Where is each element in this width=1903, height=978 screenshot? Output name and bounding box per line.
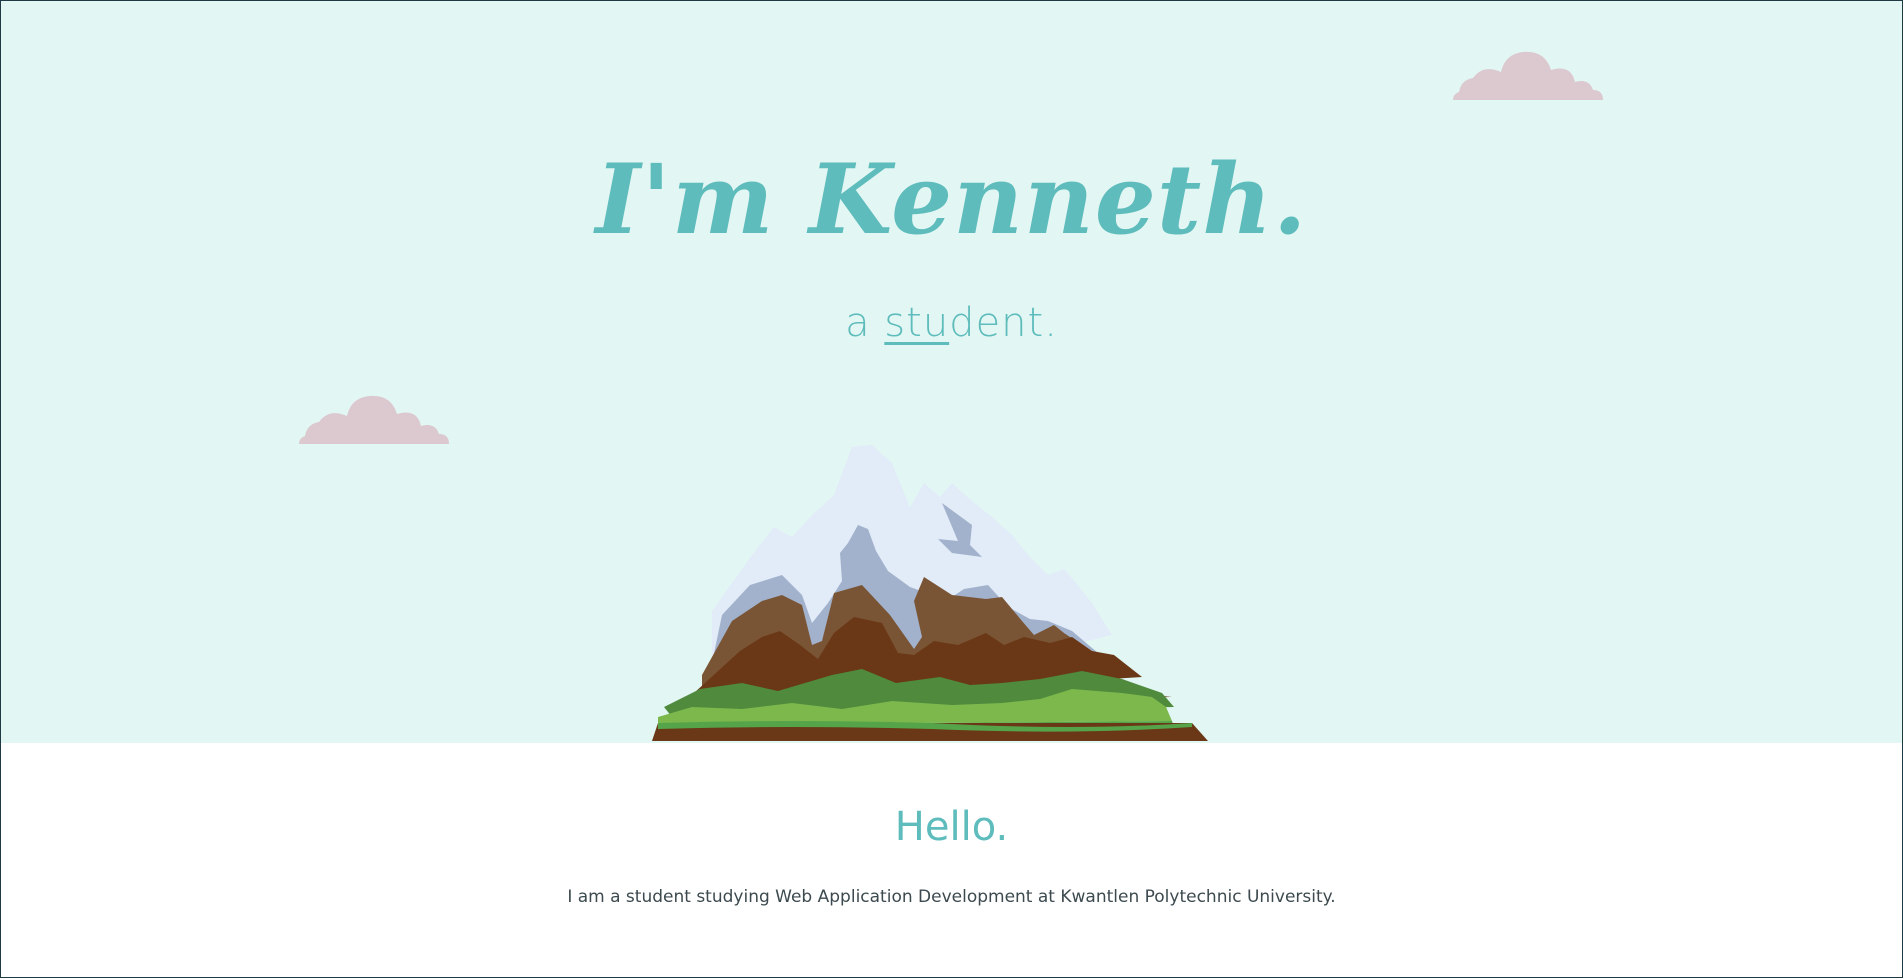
mountain-illustration: [652, 445, 1208, 741]
section-heading: Hello.: [894, 804, 1009, 850]
subtitle-rest: dent.: [949, 300, 1058, 346]
subtitle-prefix: a: [845, 300, 885, 346]
cloud-icon: [1453, 51, 1603, 100]
hero-title: I'm Kenneth.: [595, 143, 1308, 256]
about-text: I am a student studying Web Application …: [567, 887, 1336, 907]
hero-section: I'm Kenneth. a student.: [0, 0, 1903, 743]
cloud-icon: [299, 395, 449, 444]
subtitle-typed-text: stu: [884, 300, 950, 346]
hero-subtitle: a student.: [0, 298, 1903, 348]
